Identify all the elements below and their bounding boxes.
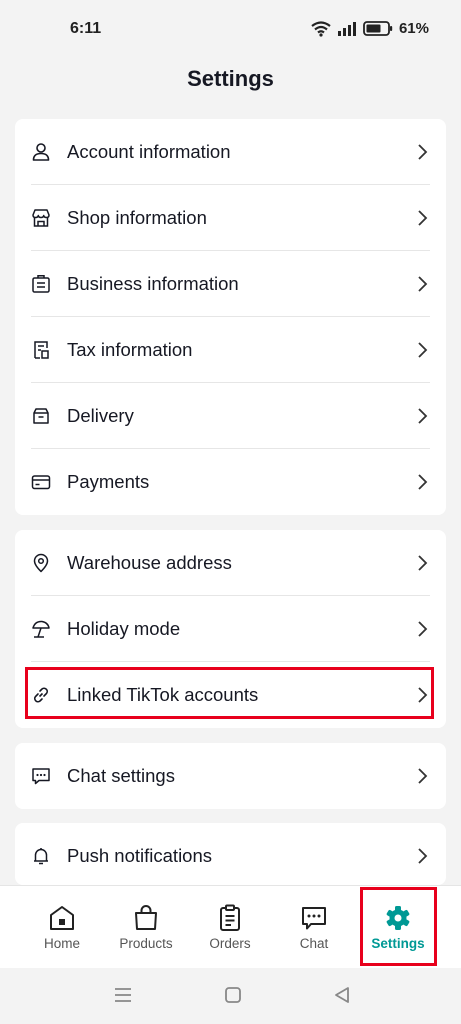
document-icon xyxy=(34,341,49,359)
settings-item-label: Tax information xyxy=(67,339,193,360)
settings-item-delivery[interactable]: Delivery xyxy=(15,383,446,449)
settings-item-label: Chat settings xyxy=(67,765,175,786)
shopping-bag-icon xyxy=(135,905,157,930)
settings-group-notifications: Push notifications xyxy=(15,823,446,885)
settings-group-store: Account information Shop information Bus… xyxy=(15,119,446,515)
tab-orders[interactable]: Orders xyxy=(188,886,272,969)
back-triangle-icon[interactable] xyxy=(333,986,351,1004)
settings-item-label: Push notifications xyxy=(67,845,213,866)
page-title: Settings xyxy=(187,66,274,91)
settings-item-warehouse-address[interactable]: Warehouse address xyxy=(15,530,446,596)
settings-item-shop-information[interactable]: Shop information xyxy=(15,185,446,251)
chevron-right-icon xyxy=(418,848,428,864)
system-nav-bar xyxy=(0,968,461,1024)
settings-item-account-information[interactable]: Account information xyxy=(15,119,446,185)
chevron-right-icon xyxy=(418,621,428,637)
status-time: 6:11 xyxy=(70,20,102,37)
home-square-icon[interactable] xyxy=(224,986,242,1004)
card-icon xyxy=(31,475,51,490)
settings-item-push-notifications[interactable]: Push notifications xyxy=(15,823,446,885)
settings-item-chat-settings[interactable]: Chat settings xyxy=(15,743,446,809)
tab-chat[interactable]: Chat xyxy=(272,886,356,969)
settings-item-label: Holiday mode xyxy=(67,618,181,639)
signal-icon xyxy=(337,21,356,36)
shop-icon xyxy=(32,209,50,227)
settings-item-label: Business information xyxy=(67,273,239,294)
wifi-icon xyxy=(311,20,331,37)
tab-products[interactable]: Products xyxy=(104,886,188,969)
box-icon xyxy=(33,408,49,424)
tab-home[interactable]: Home xyxy=(20,886,104,969)
settings-item-payments[interactable]: Payments xyxy=(15,449,446,515)
tab-label: Home xyxy=(43,936,80,951)
menu-icon[interactable] xyxy=(114,986,132,1004)
highlight-box-settings-tab xyxy=(360,887,437,966)
chevron-right-icon xyxy=(418,555,428,571)
clipboard-icon xyxy=(220,904,240,931)
chevron-right-icon xyxy=(418,474,428,490)
settings-item-business-information[interactable]: Business information xyxy=(15,251,446,317)
chevron-right-icon xyxy=(418,768,428,784)
beach-umbrella-icon xyxy=(32,620,50,638)
tab-label: Orders xyxy=(209,936,251,951)
chevron-right-icon xyxy=(418,408,428,424)
home-icon xyxy=(50,906,74,930)
settings-item-tax-information[interactable]: Tax information xyxy=(15,317,446,383)
settings-item-label: Shop information xyxy=(67,207,207,228)
settings-item-label: Payments xyxy=(67,471,150,492)
highlight-box-linked-accounts xyxy=(25,667,434,719)
chevron-right-icon xyxy=(418,210,428,226)
settings-item-label: Delivery xyxy=(67,405,134,426)
status-bar: 6:11 61% xyxy=(0,0,461,60)
user-icon xyxy=(32,143,50,161)
settings-item-holiday-mode[interactable]: Holiday mode xyxy=(15,596,446,662)
settings-group-chat: Chat settings xyxy=(15,743,446,809)
chat-bubble-icon xyxy=(302,907,326,930)
chevron-right-icon xyxy=(418,342,428,358)
settings-item-label: Warehouse address xyxy=(67,552,232,573)
battery-percent: 61% xyxy=(398,20,429,37)
bell-icon xyxy=(34,848,48,865)
tab-label: Chat xyxy=(299,936,329,951)
tab-label: Products xyxy=(119,936,173,951)
battery-icon xyxy=(363,21,393,36)
settings-item-label: Account information xyxy=(67,141,231,162)
location-pin-icon xyxy=(33,553,49,573)
chat-icon xyxy=(32,768,50,785)
briefcase-icon xyxy=(32,275,50,293)
chevron-right-icon xyxy=(418,144,428,160)
chevron-right-icon xyxy=(418,276,428,292)
